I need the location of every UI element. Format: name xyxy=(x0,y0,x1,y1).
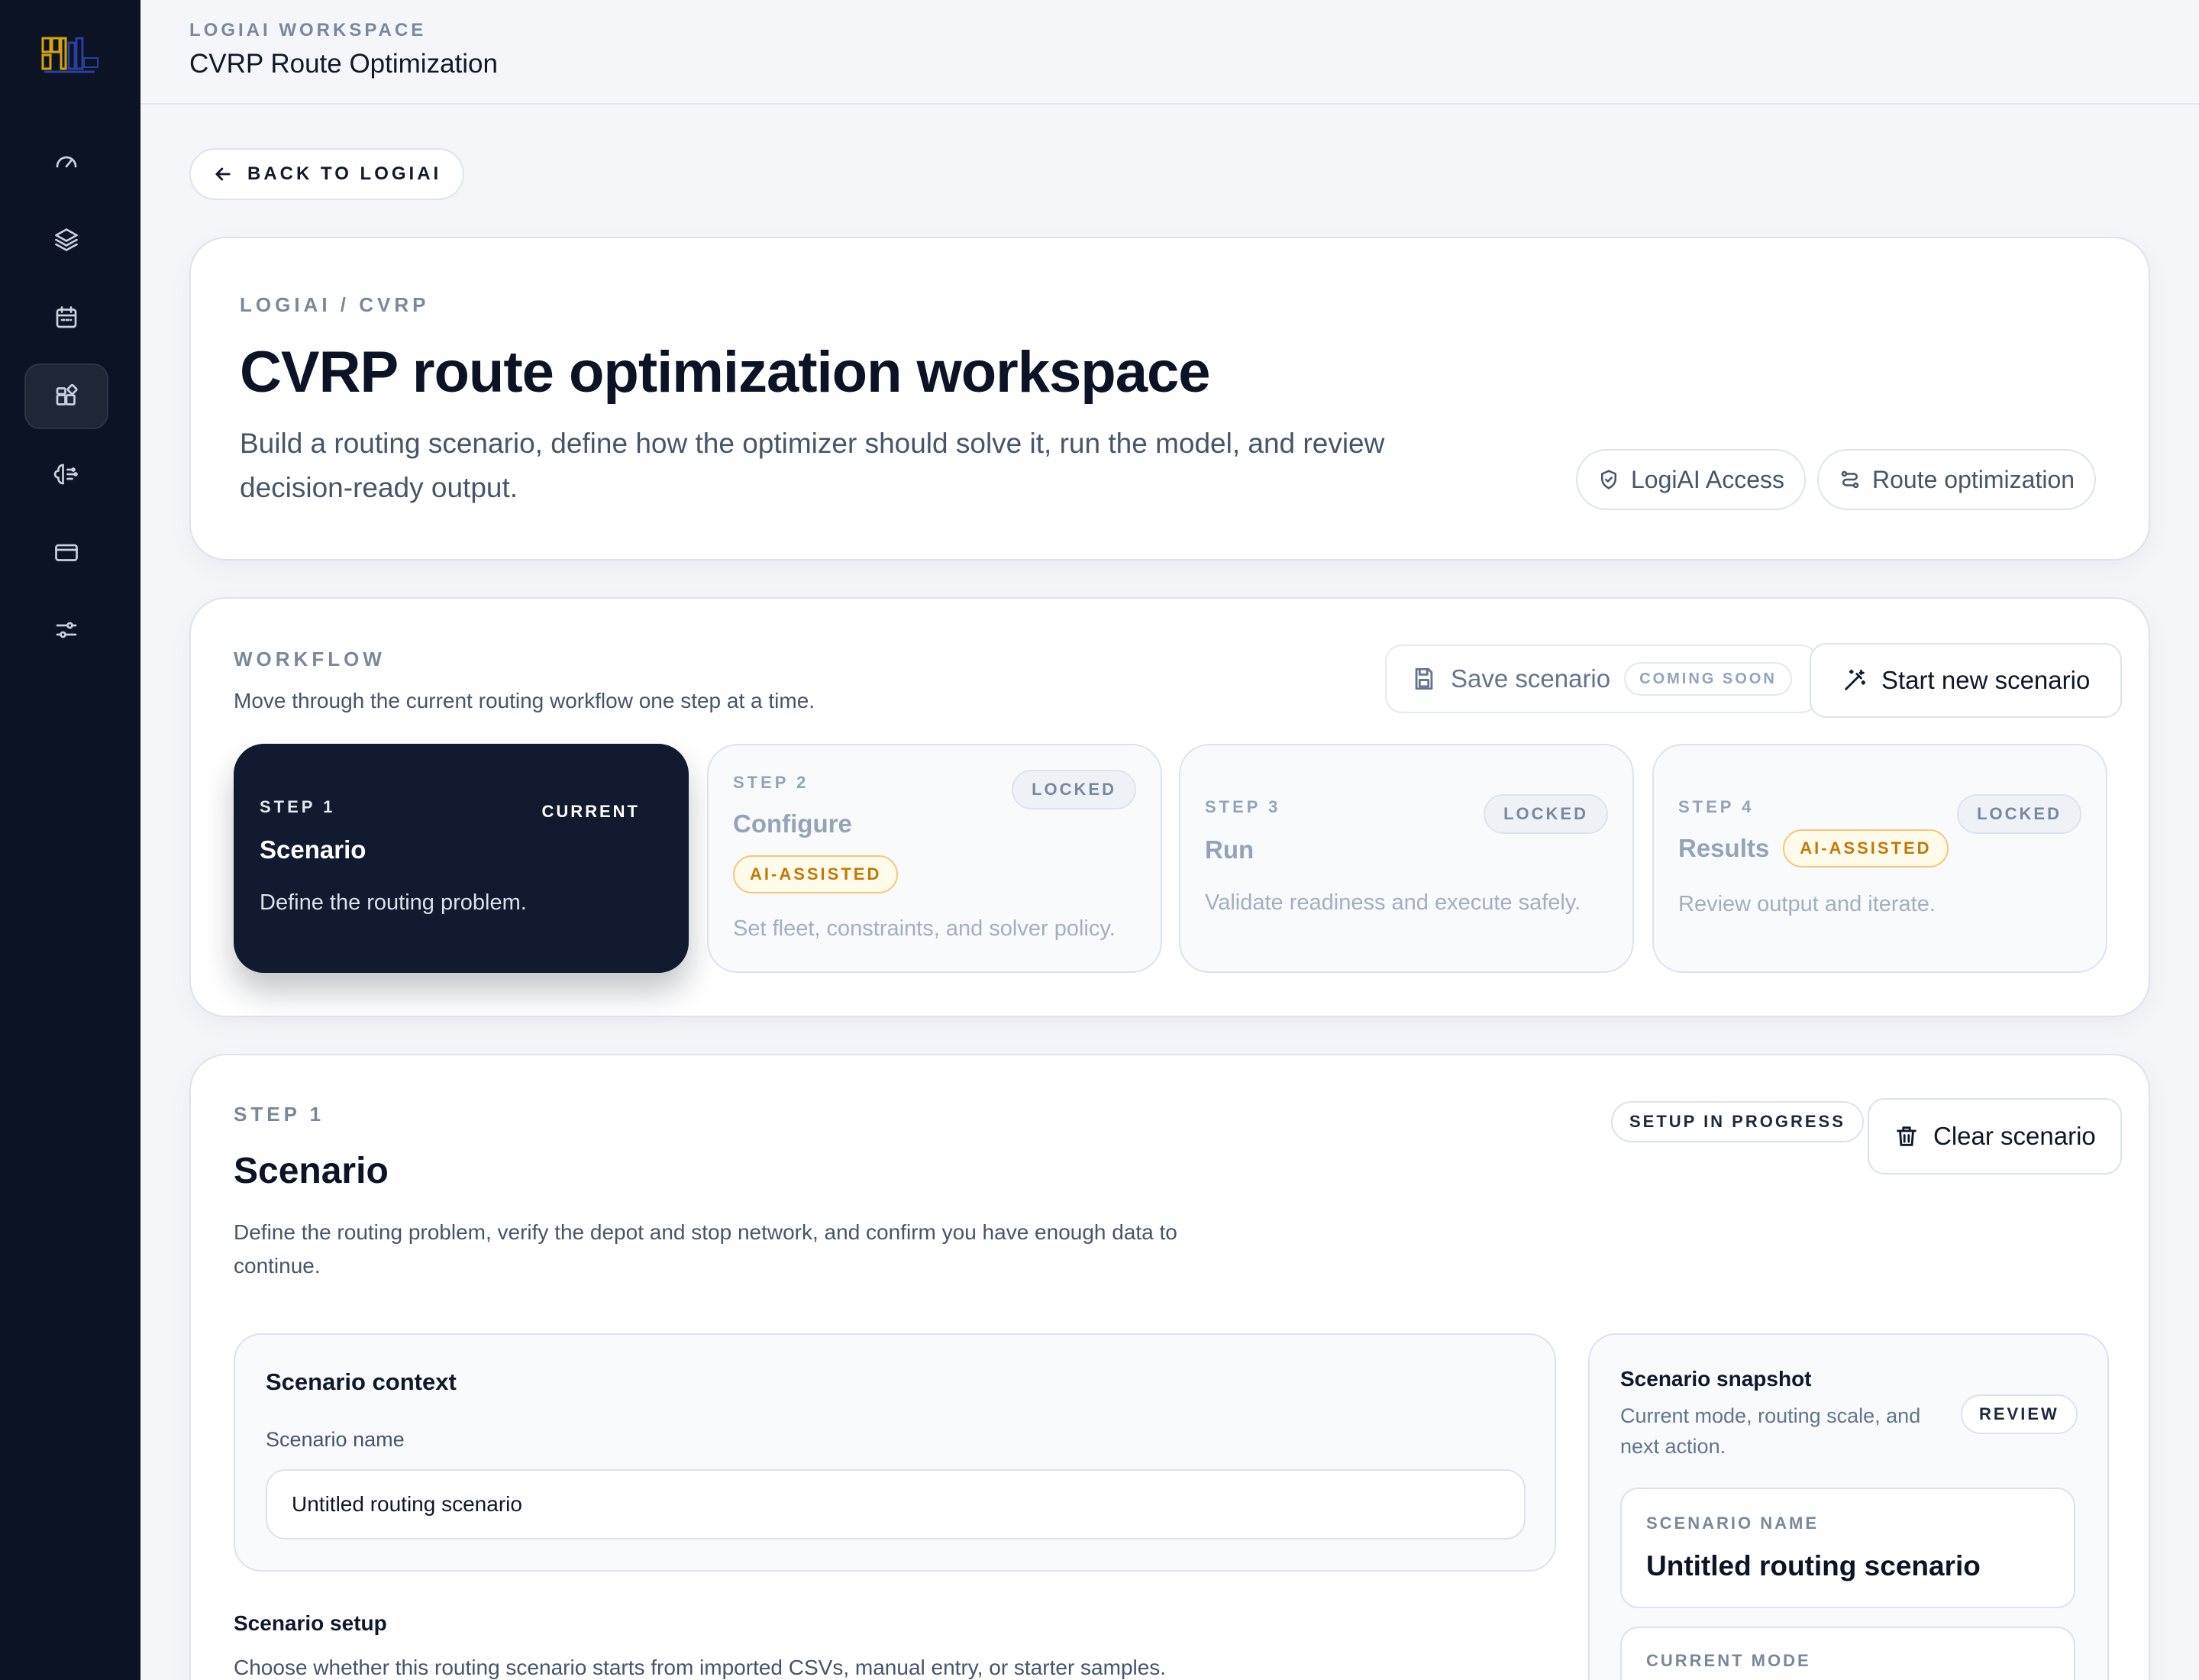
nav-dashboard[interactable] xyxy=(24,129,108,195)
workspace-label: LOGIAI WORKSPACE xyxy=(189,20,427,40)
snapshot-name-card: SCENARIO NAME Untitled routing scenario xyxy=(1620,1488,2075,1608)
widgets-icon xyxy=(56,383,78,405)
setup-description: Choose whether this routing scenario sta… xyxy=(234,1656,1167,1679)
calendar-icon xyxy=(56,306,77,328)
snapshot-name-label: SCENARIO NAME xyxy=(1646,1514,1820,1533)
scenario-name-value: Untitled routing scenario xyxy=(292,1492,522,1516)
scenario-name-input[interactable]: Untitled routing scenario xyxy=(266,1469,1526,1539)
pill-label: Route optimization xyxy=(1872,465,2075,493)
nav-settings[interactable] xyxy=(24,597,108,663)
route-icon xyxy=(1841,470,1859,489)
clear-scenario-label: Clear scenario xyxy=(1933,1122,2096,1150)
step-description: Set fleet, constraints, and solver polic… xyxy=(733,916,1116,941)
nav-ai[interactable] xyxy=(24,441,108,507)
workflow-label: WORKFLOW xyxy=(234,648,386,670)
top-bar: LOGIAI WORKSPACE CVRP Route Optimization xyxy=(140,0,2199,105)
ai-assisted-badge: AI-ASSISTED xyxy=(733,855,899,893)
scenario-step-card: STEP 1 Scenario Define the routing probl… xyxy=(189,1054,2150,1680)
status-badge: SETUP IN PROGRESS xyxy=(1611,1101,1864,1142)
step-description: Review output and iterate. xyxy=(1678,892,1936,916)
step-title: Scenario xyxy=(234,1151,389,1191)
pill-label: LogiAI Access xyxy=(1631,465,1784,493)
current-badge: CURRENT xyxy=(541,802,640,821)
step-number: STEP 2 xyxy=(733,773,809,792)
arrow-left-icon xyxy=(215,167,231,181)
clear-scenario-button[interactable]: Clear scenario xyxy=(1868,1098,2122,1174)
magic-wand-icon xyxy=(1845,669,1866,690)
layers-icon xyxy=(55,228,78,251)
step-card-run[interactable]: STEP 3 LOCKED Run Validate readiness and… xyxy=(1179,744,1634,973)
context-title: Scenario context xyxy=(266,1368,457,1395)
locked-badge: LOCKED xyxy=(1484,794,1608,834)
step-card-configure[interactable]: STEP 2 LOCKED Configure AI-ASSISTED Set … xyxy=(707,744,1162,973)
snapshot-name-value: Untitled routing scenario xyxy=(1646,1550,1981,1581)
step-name: Scenario xyxy=(260,835,366,864)
step-number: STEP 3 xyxy=(1205,797,1281,816)
gauge-icon xyxy=(56,156,77,168)
setup-title: Scenario setup xyxy=(234,1611,387,1635)
back-button-label: BACK TO LOGIAI xyxy=(247,163,442,184)
shield-check-icon xyxy=(1601,470,1616,489)
workflow-subtitle: Move through the current routing workflo… xyxy=(234,689,815,712)
brain-icon xyxy=(53,464,78,485)
nav-calendar[interactable] xyxy=(24,285,108,351)
step-description: Define the routing problem, verify the d… xyxy=(234,1220,1177,1278)
coming-soon-badge: COMING SOON xyxy=(1624,662,1792,696)
save-scenario-button[interactable]: Save scenario COMING SOON xyxy=(1385,645,1818,713)
ai-assisted-badge: AI-ASSISTED xyxy=(1783,829,1949,867)
nav-layers[interactable] xyxy=(24,207,108,273)
locked-badge: LOCKED xyxy=(1957,794,2081,834)
hero-title: CVRP route optimization workspace xyxy=(240,340,1211,405)
save-scenario-label: Save scenario xyxy=(1451,664,1611,693)
review-badge: REVIEW xyxy=(1961,1394,2078,1434)
step-name: Run xyxy=(1205,835,1254,864)
locked-badge: LOCKED xyxy=(1012,770,1136,809)
sidebar xyxy=(0,0,140,1680)
step-name: Results xyxy=(1678,834,1770,862)
workflow-card: WORKFLOW Move through the current routin… xyxy=(189,597,2150,1017)
sliders-icon xyxy=(56,622,77,638)
step-name: Configure xyxy=(733,809,852,838)
snapshot-mode-card: CURRENT MODE xyxy=(1620,1627,2075,1680)
hero-card: LOGIAI / CVRP CVRP route optimization wo… xyxy=(189,237,2150,561)
back-button[interactable]: BACK TO LOGIAI xyxy=(189,148,465,200)
card-icon xyxy=(55,544,78,561)
start-new-scenario-label: Start new scenario xyxy=(1881,666,2091,694)
hero-description: Build a routing scenario, define how the… xyxy=(240,428,1385,503)
trash-icon xyxy=(1897,1126,1916,1146)
scenario-name-label: Scenario name xyxy=(266,1428,405,1451)
step-card-scenario[interactable]: STEP 1 CURRENT Scenario Define the routi… xyxy=(234,744,689,973)
breadcrumb: LOGIAI / CVRP xyxy=(240,293,430,316)
logiai-access-pill[interactable]: LogiAI Access xyxy=(1576,449,1806,510)
step-number: STEP 4 xyxy=(1678,797,1755,816)
scenario-context-panel: Scenario context Scenario name Untitled … xyxy=(234,1333,1556,1572)
snapshot-subtitle: Current mode, routing scale, and next ac… xyxy=(1620,1404,1921,1458)
step-description: Validate readiness and execute safely. xyxy=(1205,890,1581,915)
step-description: Define the routing problem. xyxy=(260,890,527,915)
nav-billing[interactable] xyxy=(24,519,108,585)
nav-widgets[interactable] xyxy=(24,363,108,429)
step-card-results[interactable]: STEP 4 LOCKED Results AI-ASSISTED Review… xyxy=(1652,744,2107,973)
step-label: STEP 1 xyxy=(234,1103,325,1126)
start-new-scenario-button[interactable]: Start new scenario xyxy=(1810,643,2123,718)
page-title: CVRP Route Optimization xyxy=(189,49,498,79)
app-logo[interactable] xyxy=(41,35,102,76)
step-number: STEP 1 xyxy=(260,797,336,816)
scenario-snapshot-panel: Scenario snapshot Current mode, routing … xyxy=(1588,1333,2109,1680)
snapshot-mode-label: CURRENT MODE xyxy=(1646,1651,1811,1670)
save-icon xyxy=(1415,667,1433,690)
snapshot-title: Scenario snapshot xyxy=(1620,1367,1812,1391)
route-optimization-pill[interactable]: Route optimization xyxy=(1817,449,2097,510)
